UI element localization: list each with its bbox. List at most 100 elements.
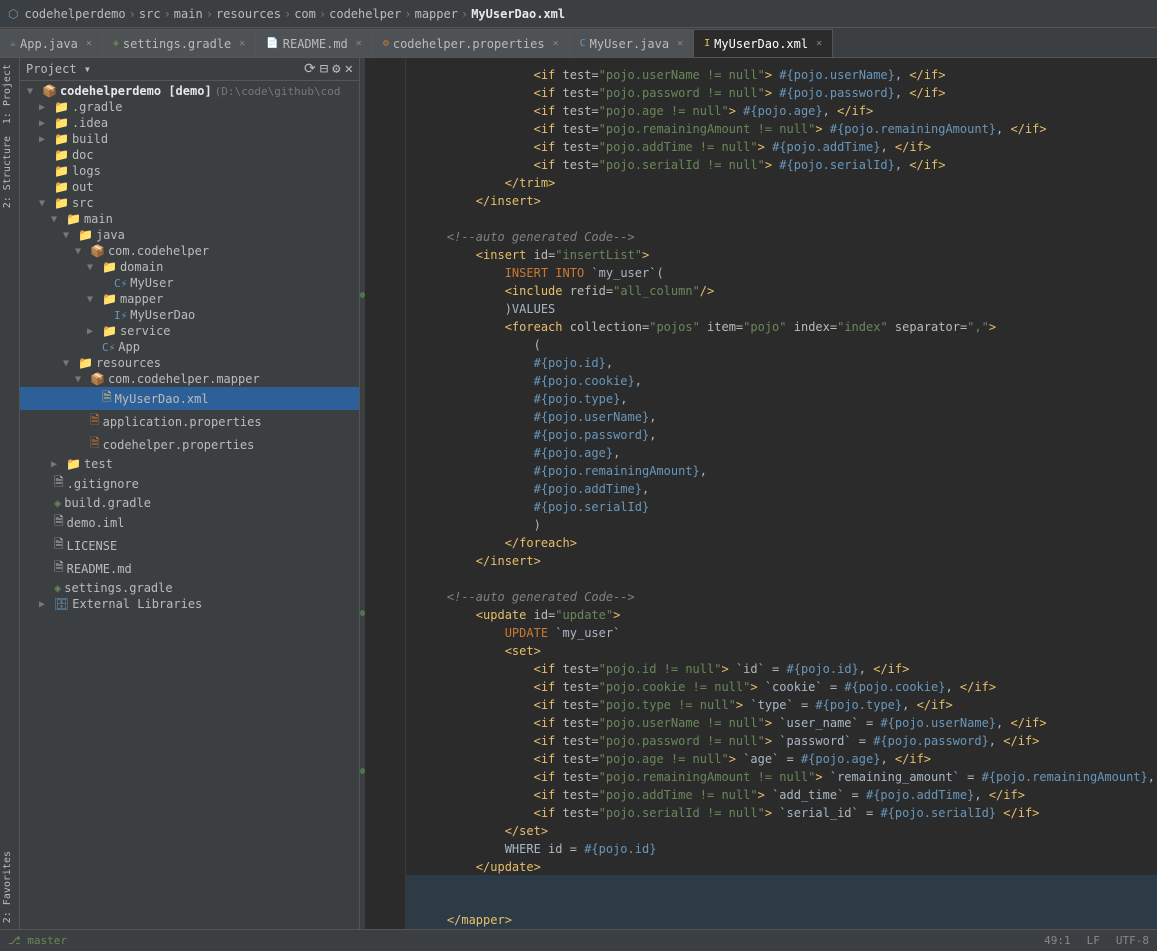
tree-app-prop-label: application.properties xyxy=(103,415,262,429)
tree-myuserdao-label: MyUserDao xyxy=(130,308,195,322)
breadcrumb: codehelperdemo › src › main › resources … xyxy=(24,7,565,21)
root-arrow: ▼ xyxy=(27,86,39,97)
tree-doc[interactable]: 📁 doc xyxy=(20,147,359,163)
tree-license[interactable]: 🗎 LICENSE xyxy=(20,534,359,557)
tab-app-java[interactable]: ☕ App.java ✕ xyxy=(0,29,103,57)
demo-iml-icon: 🗎 xyxy=(54,512,64,533)
domain-folder-icon: 📁 xyxy=(102,260,117,274)
out-folder-icon: 📁 xyxy=(54,180,69,194)
myuser-java-icon: C xyxy=(580,38,586,49)
sidebar-close-icon[interactable]: ✕ xyxy=(345,61,353,77)
test-arrow: ▶ xyxy=(51,459,63,470)
tree-demo-iml-label: demo.iml xyxy=(67,516,125,530)
folder-icon: 📁 xyxy=(54,100,69,114)
build-folder-icon: 📁 xyxy=(54,132,69,146)
tree-com-codehelper[interactable]: ▼ 📦 com.codehelper xyxy=(20,243,359,259)
license-icon: 🗎 xyxy=(54,535,64,556)
md-icon: 📄 xyxy=(266,38,278,49)
service-folder-icon: 📁 xyxy=(102,324,117,338)
tree-settings-gradle[interactable]: ◈ settings.gradle xyxy=(20,580,359,596)
close-codehelper-prop[interactable]: ✕ xyxy=(553,38,559,49)
sidebar-sync-icon[interactable]: ⟳ xyxy=(304,61,316,77)
tree-resources[interactable]: ▼ 📁 resources xyxy=(20,355,359,371)
breadcrumb-resources: resources xyxy=(216,7,281,21)
tree-myuserdao[interactable]: I⚡ MyUserDao xyxy=(20,307,359,323)
tree-java[interactable]: ▼ 📁 java xyxy=(20,227,359,243)
breadcrumb-sep6: › xyxy=(404,7,411,21)
build-gradle-icon: ◈ xyxy=(54,496,61,510)
breadcrumb-codehelper: codehelper xyxy=(329,7,401,21)
java-folder-icon: 📁 xyxy=(78,228,93,242)
logs-folder-icon: 📁 xyxy=(54,164,69,178)
breadcrumb-sep3: › xyxy=(206,7,213,21)
close-settings-gradle[interactable]: ✕ xyxy=(239,38,245,49)
sidebar: Project ▾ ⟳ ⊟ ⚙ ✕ ▼ 📦 codehelperdemo xyxy=(20,58,360,929)
tab-codehelper-prop-label: codehelper.properties xyxy=(393,37,545,51)
tree-mapper-pkg[interactable]: ▼ 📦 com.codehelper.mapper xyxy=(20,371,359,387)
tree-service[interactable]: ▶ 📁 service xyxy=(20,323,359,339)
tree-build[interactable]: ▶ 📁 build xyxy=(20,131,359,147)
encoding: UTF-8 xyxy=(1116,934,1149,947)
tree-gradle[interactable]: ▶ 📁 .gradle xyxy=(20,99,359,115)
com-arrow: ▼ xyxy=(75,246,87,257)
tab-codehelper-prop[interactable]: ⚙ codehelper.properties ✕ xyxy=(373,29,570,57)
tab-settings-gradle[interactable]: ◈ settings.gradle ✕ xyxy=(103,29,256,57)
tree-readme[interactable]: 🗎 README.md xyxy=(20,557,359,580)
tree-logs[interactable]: 📁 logs xyxy=(20,163,359,179)
com-folder-icon: 📦 xyxy=(90,244,105,258)
tree-test[interactable]: ▶ 📁 test xyxy=(20,456,359,472)
breadcrumb-sep7: › xyxy=(461,7,468,21)
breadcrumb-com: com xyxy=(294,7,316,21)
tree-app-prop[interactable]: 🗎 application.properties xyxy=(20,410,359,433)
breadcrumb-sep5: › xyxy=(319,7,326,21)
breadcrumb-sep1: › xyxy=(129,7,136,21)
myuser-java-icon: C⚡ xyxy=(114,277,127,290)
mapper-pkg-arrow: ▼ xyxy=(75,374,87,385)
sidebar-title-group: Project ▾ xyxy=(26,62,91,76)
close-app-java[interactable]: ✕ xyxy=(86,38,92,49)
close-myuserdao-xml[interactable]: ✕ xyxy=(816,38,822,49)
tree-out[interactable]: 📁 out xyxy=(20,179,359,195)
vert-tab-project[interactable]: 1: Project xyxy=(0,58,19,130)
tree-domain[interactable]: ▼ 📁 domain xyxy=(20,259,359,275)
tree-gradle-label: .gradle xyxy=(72,100,123,114)
sidebar-collapse-icon[interactable]: ⊟ xyxy=(320,61,328,77)
tree-src[interactable]: ▼ 📁 src xyxy=(20,195,359,211)
gutter-indicator3 xyxy=(360,768,365,774)
tree-codehelper-prop[interactable]: 🗎 codehelper.properties xyxy=(20,433,359,456)
tree-myuserdao-xml[interactable]: 🗎 MyUserDao.xml xyxy=(20,387,359,410)
test-folder-icon: 📁 xyxy=(66,457,81,471)
domain-arrow: ▼ xyxy=(87,262,99,273)
tree-app[interactable]: C⚡ App xyxy=(20,339,359,355)
tree-domain-label: domain xyxy=(120,260,163,274)
tree-java-label: java xyxy=(96,228,125,242)
tree-idea[interactable]: ▶ 📁 .idea xyxy=(20,115,359,131)
close-myuser-java[interactable]: ✕ xyxy=(677,38,683,49)
vert-tab-structure[interactable]: 2: Structure xyxy=(0,130,19,214)
gutter-indicator2 xyxy=(360,610,365,616)
tree-doc-label: doc xyxy=(72,148,94,162)
tree-ext-libs[interactable]: ▶ 🗄 External Libraries xyxy=(20,596,359,612)
tree-myuser[interactable]: C⚡ MyUser xyxy=(20,275,359,291)
tab-readme[interactable]: 📄 README.md ✕ xyxy=(256,29,373,57)
tree-main[interactable]: ▼ 📁 main xyxy=(20,211,359,227)
tree-root[interactable]: ▼ 📦 codehelperdemo [demo] (D:\code\githu… xyxy=(20,83,359,99)
tree-demo-iml[interactable]: 🗎 demo.iml xyxy=(20,511,359,534)
doc-folder-icon: 📁 xyxy=(54,148,69,162)
close-readme[interactable]: ✕ xyxy=(356,38,362,49)
tab-myuser-java[interactable]: C MyUser.java ✕ xyxy=(570,29,695,57)
sidebar-project-label: Project ▾ xyxy=(26,62,91,76)
ext-libs-arrow: ▶ xyxy=(39,599,51,610)
module-icon: 📦 xyxy=(42,84,57,98)
sidebar-settings-icon[interactable]: ⚙ xyxy=(332,61,340,77)
tree-main-label: main xyxy=(84,212,113,226)
tree-build-gradle[interactable]: ◈ build.gradle xyxy=(20,495,359,511)
tree-gitignore[interactable]: 🗎 .gitignore xyxy=(20,472,359,495)
tab-myuserdao-xml[interactable]: I MyUserDao.xml ✕ xyxy=(694,29,833,57)
tree-mapper[interactable]: ▼ 📁 mapper xyxy=(20,291,359,307)
tree-build-gradle-label: build.gradle xyxy=(64,496,151,510)
gutter-mark3 xyxy=(360,762,365,780)
vert-tab-favorites[interactable]: 2: Favorites xyxy=(0,845,19,929)
tab-myuser-java-label: MyUser.java xyxy=(590,37,669,51)
code-editor[interactable]: <if test="pojo.userName != null"> #{pojo… xyxy=(406,58,1157,929)
